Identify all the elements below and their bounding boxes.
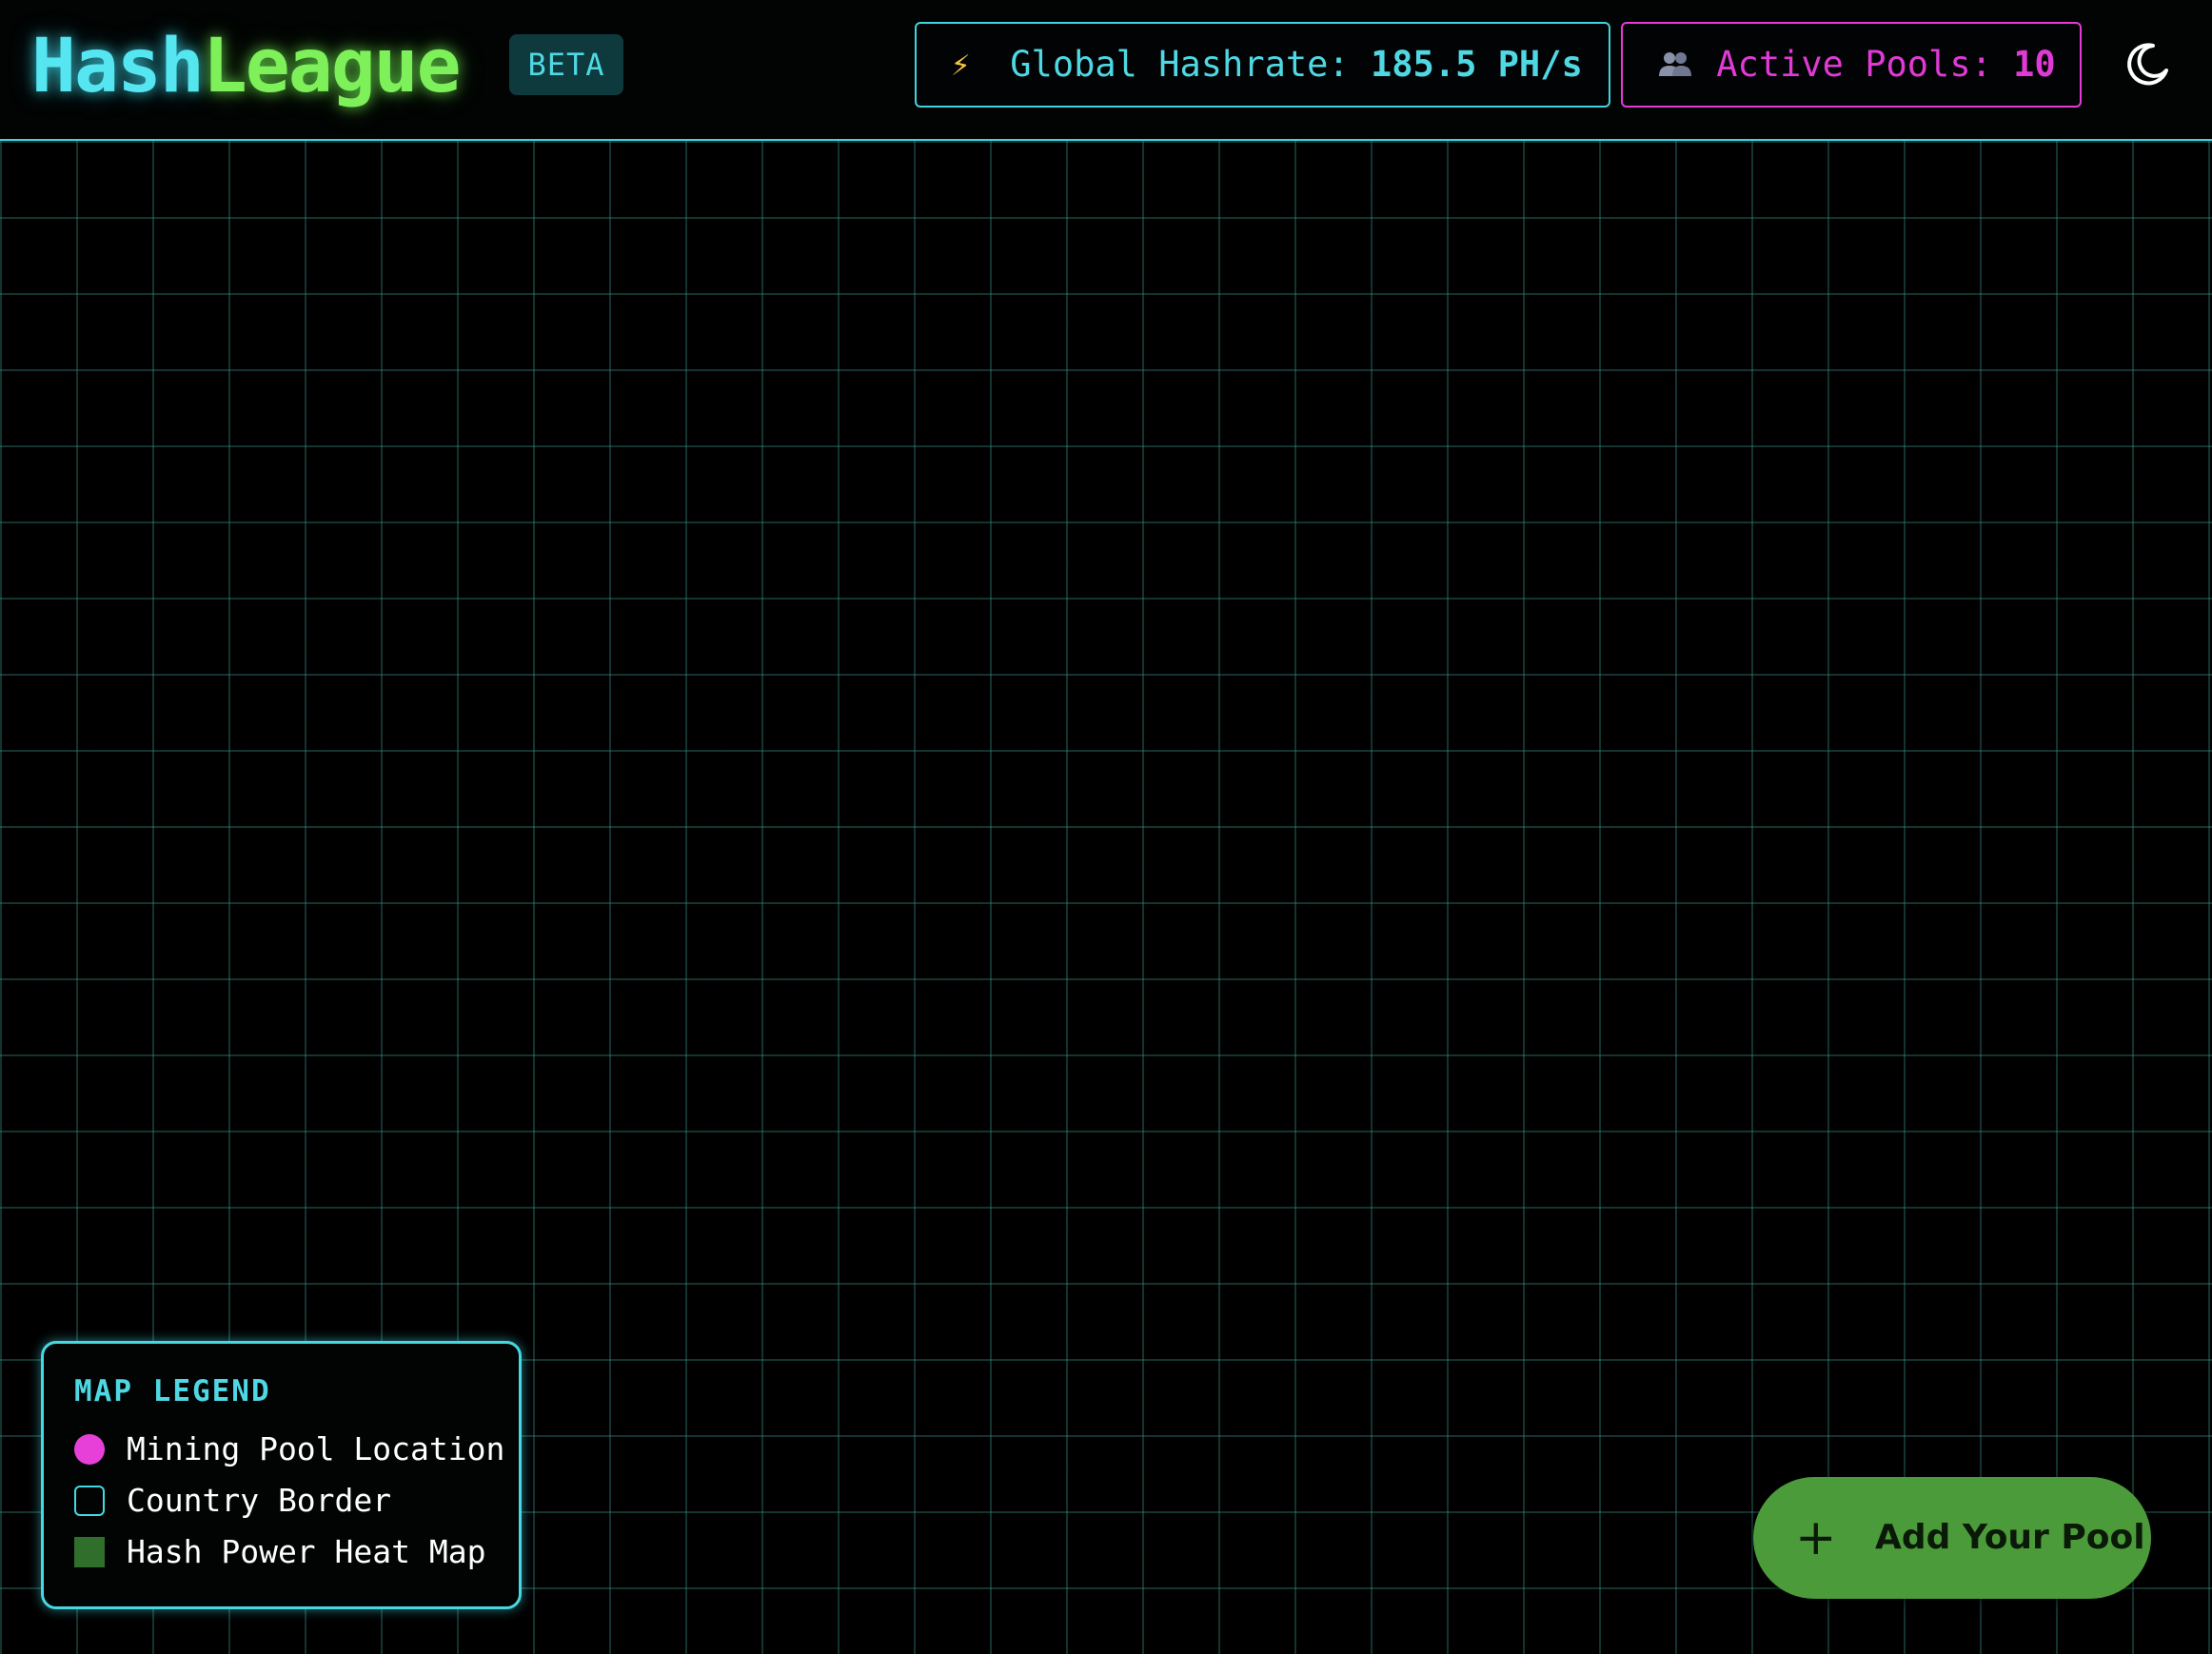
top-header: HashLeague BETA ⚡ Global Hashrate: 185.5… [0,0,2212,141]
map-legend: MAP LEGEND Mining Pool Location Country … [41,1341,522,1609]
theme-toggle-button[interactable] [2119,36,2176,93]
users-icon [1657,24,1695,106]
beta-badge: BETA [509,34,623,95]
legend-item-label: Mining Pool Location [127,1430,505,1467]
cyan-outline-icon [74,1486,105,1516]
logo-text-hash: Hash [31,24,205,109]
green-square-icon [74,1537,105,1567]
add-pool-label: Add Your Pool [1875,1518,2145,1557]
legend-item-label: Hash Power Heat Map [127,1533,486,1570]
hashrate-label: Global Hashrate: [1010,44,1371,85]
legend-title: MAP LEGEND [74,1374,271,1408]
global-hashrate-stat: ⚡ Global Hashrate: 185.5 PH/s [915,22,1610,108]
app-root: HashLeague BETA ⚡ Global Hashrate: 185.5… [0,0,2212,1654]
pools-label: Active Pools: [1716,44,2014,85]
plus-icon: + [1795,1509,1837,1566]
hashrate-value: 185.5 PH/s [1370,44,1583,85]
pools-value: 10 [2013,44,2056,85]
active-pools-stat: Active Pools: 10 [1621,22,2082,108]
legend-item-label: Country Border [127,1482,392,1519]
magenta-dot-icon [74,1434,105,1465]
lightning-bolt-icon: ⚡ [951,46,971,84]
legend-item-country-border: Country Border [74,1475,519,1526]
logo-text-league: League [202,24,462,109]
add-your-pool-button[interactable]: + Add Your Pool [1753,1477,2151,1599]
legend-item-heat-map: Hash Power Heat Map [74,1526,519,1578]
legend-item-pool-location: Mining Pool Location [74,1424,519,1475]
moon-icon [2127,43,2168,86]
app-logo[interactable]: HashLeague [31,21,462,112]
